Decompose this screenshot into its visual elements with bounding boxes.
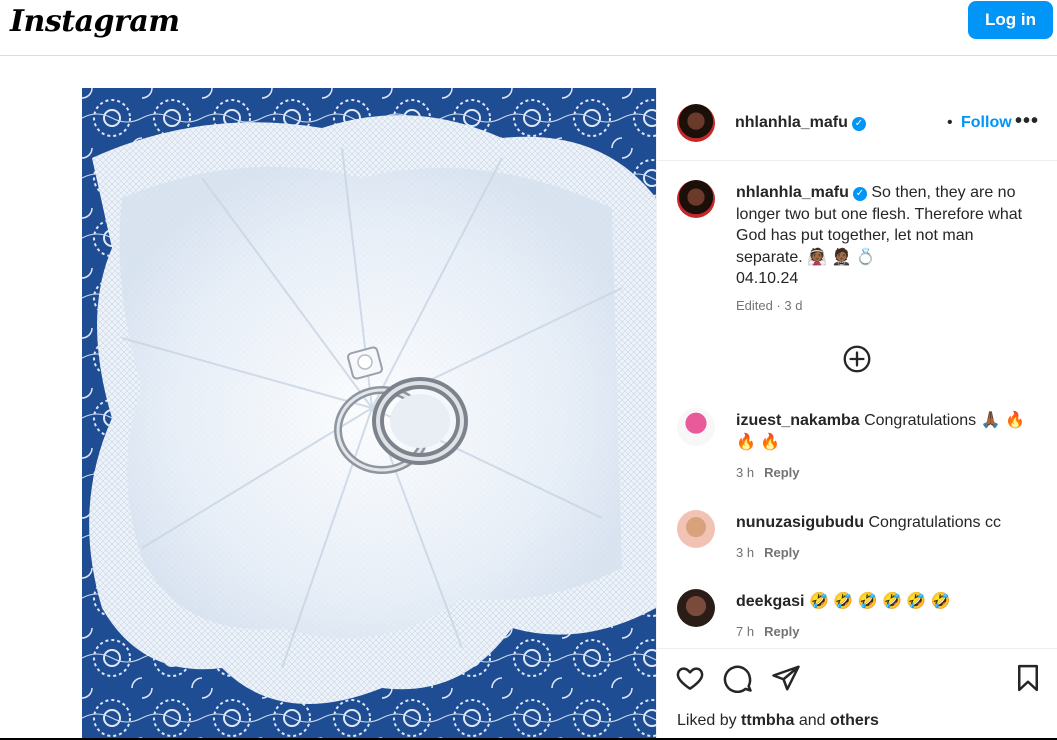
verified-badge-icon: ✓ [851,117,866,131]
post-image[interactable] [82,88,656,740]
caption-meta: Edited · 3 d [736,298,803,313]
comment-avatar[interactable] [677,408,715,446]
author-avatar[interactable] [677,104,715,142]
comment-icon[interactable] [723,663,753,693]
comment-avatar[interactable] [677,589,715,627]
caption-text: nhlanhla_mafu ✓ So then, they are no long… [736,182,1041,290]
login-button[interactable]: Log in [968,1,1053,39]
post: nhlanhla_mafu ✓ • Follow ••• nhlanhla_maf… [82,88,1057,740]
comment-body: 🤣 🤣 🤣 🤣 🤣 🤣 [808,593,951,610]
comment-text: izuest_nakamba Congratulations 🙏🏾 🔥 🔥 🔥 [736,410,1041,454]
comment-meta: 3 h Reply [736,545,799,560]
wedding-rings-photo [82,88,656,740]
caption-username[interactable]: nhlanhla_mafu [736,184,849,201]
comment-time: 7 h [736,624,755,639]
add-circle-icon[interactable] [843,345,871,373]
reply-button[interactable]: Reply [764,545,799,560]
likes-summary: Liked by ttmbha and others [677,712,879,730]
separator-dot: • [947,114,953,131]
comment-avatar[interactable] [677,510,715,548]
caption-avatar[interactable] [677,180,715,218]
top-bar: Instagram Log in [0,0,1057,56]
comment-text: nunuzasigubudu Congratulations cc [736,512,1041,534]
likes-prefix: Liked by [677,712,737,729]
comment-time: 3 h [736,545,755,560]
caption-date: 04.10.24 [736,270,799,287]
post-header: nhlanhla_mafu ✓ • Follow ••• [657,88,1057,161]
comment-username[interactable]: nunuzasigubudu [736,514,864,531]
comment-time: 3 h [736,465,755,480]
heart-icon[interactable] [675,663,705,693]
liked-by-others[interactable]: others [830,712,879,729]
comment-body: Congratulations cc [868,514,1001,531]
reply-button[interactable]: Reply [764,465,799,480]
comment-meta: 7 h Reply [736,624,799,639]
instagram-logo[interactable]: Instagram [10,4,180,39]
follow-button[interactable]: Follow [961,114,1012,132]
comment-text: deekgasi 🤣 🤣 🤣 🤣 🤣 🤣 [736,591,1041,613]
reply-button[interactable]: Reply [764,624,799,639]
post-side-panel: nhlanhla_mafu ✓ • Follow ••• nhlanhla_maf… [656,88,1057,740]
likes-conjunction: and [798,712,826,729]
comment-username[interactable]: izuest_nakamba [736,412,860,429]
verified-badge-icon: ✓ [852,187,867,201]
more-options-icon[interactable]: ••• [1012,110,1042,134]
comment-meta: 3 h Reply [736,465,799,480]
bookmark-icon[interactable] [1013,663,1043,693]
comment-username[interactable]: deekgasi [736,593,804,610]
author-username[interactable]: nhlanhla_mafu ✓ [735,114,866,132]
share-icon[interactable] [771,663,801,693]
liked-by-user[interactable]: ttmbha [741,712,794,729]
